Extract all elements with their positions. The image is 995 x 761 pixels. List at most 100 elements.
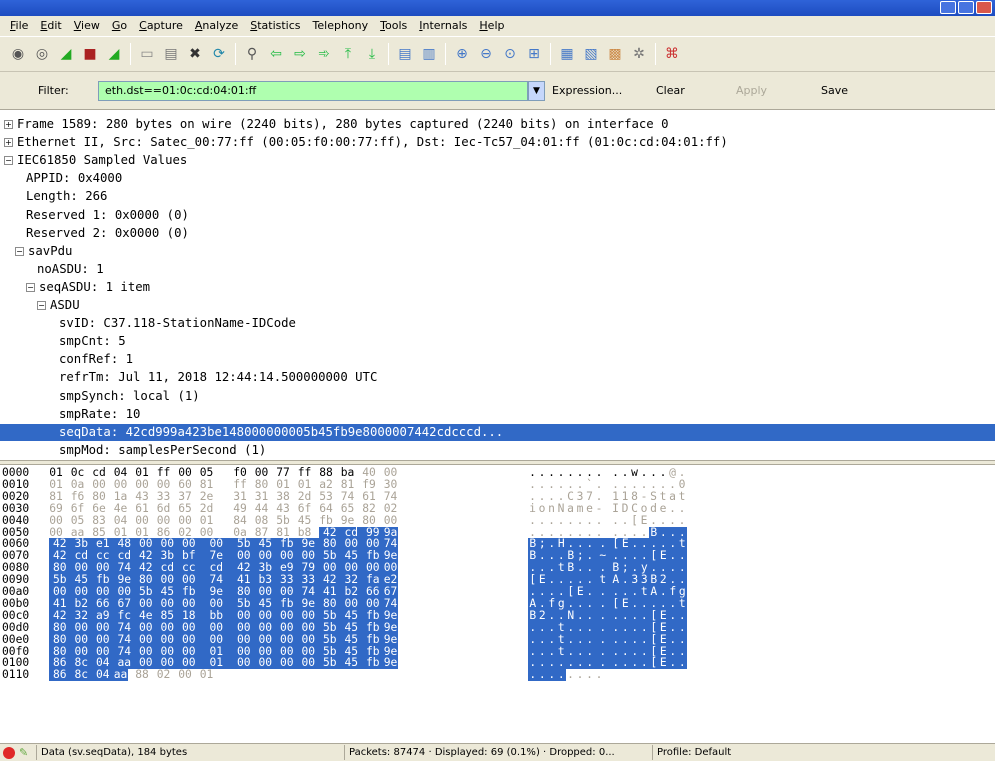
hex-byte[interactable]: 64	[319, 502, 333, 515]
go-forward-icon[interactable]: ⇨	[289, 43, 311, 65]
minimize-button[interactable]	[940, 1, 956, 14]
hex-byte[interactable]: 61	[362, 490, 376, 503]
hex-byte[interactable]: 81	[49, 490, 63, 503]
hex-byte[interactable]: 00	[254, 621, 276, 634]
hex-byte[interactable]: 45	[340, 609, 362, 622]
hex-byte[interactable]: 00	[156, 633, 178, 646]
hex-byte[interactable]: 43	[276, 502, 290, 515]
hex-byte[interactable]: 00	[254, 609, 276, 622]
hex-byte[interactable]: 00	[297, 621, 319, 634]
first-packet-icon[interactable]: ⤒	[337, 43, 359, 65]
hex-byte[interactable]: 00	[199, 633, 233, 646]
hex-byte[interactable]: 80	[319, 597, 341, 610]
maximize-button[interactable]	[958, 1, 974, 14]
menu-view[interactable]: View	[68, 16, 106, 36]
hex-byte[interactable]: 01	[49, 478, 63, 491]
hex-byte[interactable]: 01	[276, 478, 290, 491]
hex-byte[interactable]: 45	[254, 597, 276, 610]
hex-byte[interactable]: ff	[233, 478, 247, 491]
hex-byte[interactable]: 9e	[383, 657, 398, 670]
capture-options-icon[interactable]: ◎	[31, 43, 53, 65]
hex-byte[interactable]: 00	[178, 633, 200, 646]
hex-byte[interactable]: 1a	[114, 490, 128, 503]
hex-byte[interactable]: 60	[178, 478, 192, 491]
hex-byte[interactable]: 00	[135, 478, 149, 491]
menu-edit[interactable]: Edit	[34, 16, 67, 36]
display-filter-input[interactable]: eth.dst==01:0c:cd:04:01:ff	[98, 81, 528, 101]
hex-byte[interactable]: 00	[157, 514, 171, 527]
menu-go[interactable]: Go	[106, 16, 133, 36]
hex-byte[interactable]: 00	[233, 657, 255, 670]
hex-byte[interactable]: 5b	[233, 597, 255, 610]
hex-byte[interactable]: 5b	[319, 621, 341, 634]
hex-byte[interactable]: 00	[297, 657, 319, 670]
hex-byte[interactable]: 9e	[383, 609, 398, 622]
hex-byte[interactable]: 9e	[383, 633, 398, 646]
resize-columns-icon[interactable]: ⊞	[523, 43, 545, 65]
tree-row[interactable]: smpCnt: 5	[0, 333, 995, 350]
hex-byte[interactable]: 31	[233, 490, 247, 503]
tree-row[interactable]: − savPdu	[0, 243, 995, 260]
coloring-rules-icon[interactable]: ▩	[604, 43, 626, 65]
hex-byte[interactable]: 81	[200, 478, 214, 491]
hex-byte[interactable]: fb	[362, 609, 384, 622]
hex-byte[interactable]: 00	[199, 597, 233, 610]
colorize-icon[interactable]: ▤	[394, 43, 416, 65]
hex-byte[interactable]: 38	[276, 490, 290, 503]
hex-byte[interactable]: 45	[340, 657, 362, 670]
hex-byte[interactable]: 4e	[135, 609, 157, 622]
hex-byte[interactable]: 00	[156, 597, 178, 610]
hex-byte[interactable]: 41	[49, 597, 71, 610]
hex-ascii[interactable]: ionName- IDCode..	[0, 503, 10, 515]
hex-byte[interactable]: a2	[319, 478, 333, 491]
hex-byte[interactable]: fb	[362, 621, 384, 634]
hex-byte[interactable]: 67	[113, 597, 135, 610]
hex-byte[interactable]: 00	[233, 621, 255, 634]
hex-byte[interactable]: 32	[70, 609, 92, 622]
tree-row[interactable]: seqData: 42cd999a423be148000000005b45fb9…	[0, 423, 995, 441]
hex-byte[interactable]: 6f	[298, 502, 312, 515]
hex-byte[interactable]: 45	[340, 633, 362, 646]
hex-byte[interactable]: fb	[319, 514, 333, 527]
hex-byte[interactable]: 00	[156, 621, 178, 634]
tree-row[interactable]: + Frame 1589: 280 bytes on wire (2240 bit…	[0, 116, 995, 133]
clear-filter-button[interactable]: Clear	[656, 84, 685, 97]
hex-byte[interactable]: 00	[114, 478, 128, 491]
hex-byte[interactable]: 83	[92, 514, 106, 527]
hex-byte[interactable]: 02	[384, 502, 398, 515]
preferences-icon[interactable]: ✲	[628, 43, 650, 65]
hex-ascii[interactable]: A.fg.... [E.....t	[0, 598, 10, 610]
tree-row[interactable]: − IEC61850 Sampled Values	[0, 152, 995, 169]
hex-byte[interactable]: 88	[135, 669, 149, 681]
hex-byte[interactable]: 31	[255, 490, 269, 503]
hex-byte[interactable]: fb	[362, 657, 384, 670]
hex-byte[interactable]: b2	[70, 597, 92, 610]
hex-byte[interactable]: 85	[156, 609, 178, 622]
apply-filter-button[interactable]: Apply	[736, 84, 767, 97]
hex-byte[interactable]: 00	[178, 514, 192, 527]
hex-byte[interactable]: 82	[362, 502, 376, 515]
hex-byte[interactable]: 0a	[71, 478, 85, 491]
hex-byte[interactable]: 00	[254, 657, 276, 670]
hex-byte[interactable]: 00	[92, 478, 106, 491]
hex-byte[interactable]: 00	[92, 621, 114, 634]
hex-byte[interactable]: 00	[178, 669, 192, 681]
hex-byte[interactable]: 01	[200, 514, 214, 527]
hex-byte[interactable]: 01	[298, 478, 312, 491]
hex-byte[interactable]: 45	[298, 514, 312, 527]
hex-byte[interactable]: f6	[71, 490, 85, 503]
hex-byte[interactable]: 2d	[200, 502, 214, 515]
hex-byte[interactable]: 5b	[276, 514, 290, 527]
normal-size-icon[interactable]: ⊙	[499, 43, 521, 65]
hex-byte[interactable]: 9e	[341, 514, 355, 527]
hex-byte[interactable]: 00	[276, 621, 298, 634]
hex-byte[interactable]: 04	[114, 514, 128, 527]
hex-ascii[interactable]: ........	[0, 669, 5, 681]
collapse-icon[interactable]: −	[37, 301, 46, 310]
help-icon[interactable]: ⌘	[661, 43, 683, 65]
hex-byte[interactable]: 08	[255, 514, 269, 527]
hex-byte[interactable]: 00	[135, 621, 157, 634]
hex-byte[interactable]: 00	[276, 609, 298, 622]
close-window-button[interactable]	[976, 1, 992, 14]
hex-ascii[interactable]: ....C37. 118-Stat	[0, 491, 10, 503]
